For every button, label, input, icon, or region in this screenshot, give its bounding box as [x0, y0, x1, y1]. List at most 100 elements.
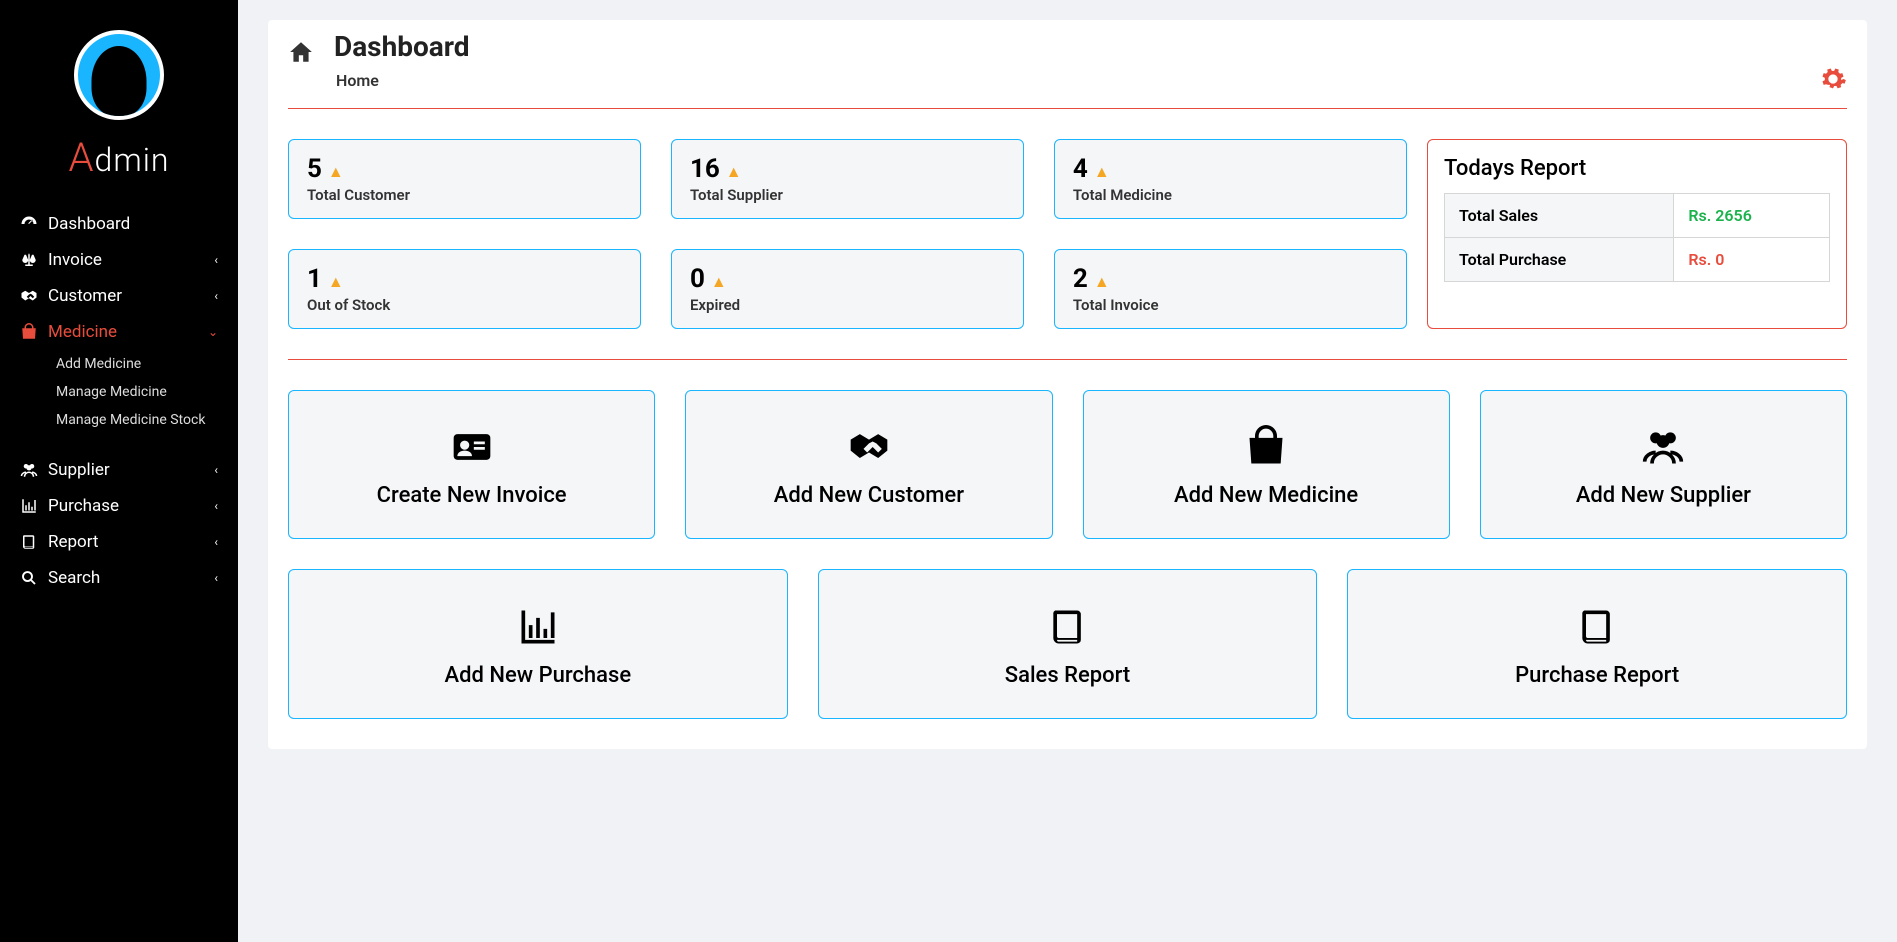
user-label-first: A [69, 134, 95, 181]
report-table: Total SalesRs. 2656Total PurchaseRs. 0 [1444, 193, 1830, 282]
chart-icon [16, 497, 42, 515]
stats-section: 5 ▲ Total Customer 16 ▲ Total Supplier 4▲ To… [288, 139, 1847, 329]
action-card-add-new-supplier[interactable]: Add New Supplier [1480, 390, 1847, 539]
action-label: Create New Invoice [377, 483, 567, 508]
stat-card[interactable]: 0 ▲ Expired [671, 249, 1024, 329]
shopping-bag-icon [1244, 421, 1288, 469]
warning-triangle-icon: ▲ [1094, 162, 1110, 182]
stat-label: Out of Stock [307, 296, 622, 314]
sidebar-item-label: Supplier [48, 460, 110, 480]
sidebar-item-medicine[interactable]: Medicine ⌄ [0, 314, 238, 350]
action-label: Add New Supplier [1576, 483, 1751, 508]
users-icon [16, 461, 42, 479]
stat-card[interactable]: 1 ▲ Out of Stock [288, 249, 641, 329]
action-card-add-new-medicine[interactable]: Add New Medicine [1083, 390, 1450, 539]
sidebar-item-label: Dashboard [48, 214, 130, 234]
actions-grid: Create New Invoice Add New Customer Add … [288, 390, 1847, 719]
avatar [74, 30, 164, 120]
breadcrumb[interactable]: Home [336, 71, 470, 90]
report-row: Total PurchaseRs. 0 [1445, 238, 1830, 282]
stat-label: Total Supplier [690, 186, 1005, 204]
stat-value: 2 [1073, 264, 1088, 294]
sidebar-subitem[interactable]: Manage Medicine Stock [0, 406, 238, 434]
sidebar-item-label: Report [48, 532, 98, 552]
user-label-rest: dmin [95, 141, 170, 179]
main: Dashboard Home 5 ▲ Total Customer 16 ▲ Tota… [238, 0, 1897, 942]
action-card-add-new-customer[interactable]: Add New Customer [685, 390, 1052, 539]
stat-label: Total Medicine [1073, 186, 1388, 204]
book-icon [1575, 600, 1619, 648]
nav: Dashboard Invoice ‹ Customer ‹ Medicine … [0, 206, 238, 596]
chevron-left-icon: ‹ [214, 253, 218, 267]
stat-label: Total Customer [307, 186, 622, 204]
handshake-icon [16, 287, 42, 305]
book-icon [16, 533, 42, 551]
sidebar-item-purchase[interactable]: Purchase ‹ [0, 488, 238, 524]
warning-triangle-icon: ▲ [711, 272, 727, 292]
sidebar: Admin Dashboard Invoice ‹ Customer ‹ Med… [0, 0, 238, 942]
sidebar-item-report[interactable]: Report ‹ [0, 524, 238, 560]
settings-gear-icon[interactable] [1819, 60, 1847, 93]
handshake-icon [847, 421, 891, 469]
page-title: Dashboard [334, 30, 470, 63]
panel: Dashboard Home 5 ▲ Total Customer 16 ▲ Tota… [268, 20, 1867, 749]
stat-value: 0 [690, 264, 705, 294]
stat-card[interactable]: 4▲ Total Medicine [1054, 139, 1407, 219]
action-card-create-new-invoice[interactable]: Create New Invoice [288, 390, 655, 539]
warning-triangle-icon: ▲ [328, 162, 344, 182]
stat-card[interactable]: 5 ▲ Total Customer [288, 139, 641, 219]
dashboard-icon [16, 215, 42, 233]
sidebar-item-label: Purchase [48, 496, 119, 516]
id-card-icon [450, 421, 494, 469]
avatar-container [0, 30, 238, 124]
book-icon [1046, 600, 1090, 648]
chevron-left-icon: ‹ [214, 571, 218, 585]
warning-triangle-icon: ▲ [726, 162, 742, 182]
action-label: Sales Report [1005, 663, 1130, 688]
action-label: Add New Customer [774, 483, 964, 508]
header: Dashboard Home [288, 30, 1847, 108]
report-label: Total Purchase [1445, 238, 1674, 282]
sidebar-item-customer[interactable]: Customer ‹ [0, 278, 238, 314]
chevron-left-icon: ‹ [214, 463, 218, 477]
sidebar-item-search[interactable]: Search ‹ [0, 560, 238, 596]
report-label: Total Sales [1445, 194, 1674, 238]
users-icon [1641, 421, 1685, 469]
divider [288, 359, 1847, 360]
sidebar-item-dashboard[interactable]: Dashboard [0, 206, 238, 242]
stat-card[interactable]: 16 ▲ Total Supplier [671, 139, 1024, 219]
action-label: Add New Purchase [445, 663, 632, 688]
divider [288, 108, 1847, 109]
sidebar-item-label: Customer [48, 286, 122, 306]
report-value: Rs. 2656 [1674, 194, 1830, 238]
action-card-purchase-report[interactable]: Purchase Report [1347, 569, 1847, 718]
sidebar-subitem[interactable]: Manage Medicine [0, 378, 238, 406]
sidebar-item-supplier[interactable]: Supplier ‹ [0, 452, 238, 488]
sidebar-item-label: Medicine [48, 322, 117, 342]
stat-card[interactable]: 2 ▲ Total Invoice [1054, 249, 1407, 329]
chevron-down-icon: ⌄ [208, 325, 218, 339]
chevron-left-icon: ‹ [214, 535, 218, 549]
warning-triangle-icon: ▲ [328, 272, 344, 292]
action-label: Purchase Report [1515, 663, 1679, 688]
stat-value: 1 [307, 264, 322, 294]
action-card-sales-report[interactable]: Sales Report [818, 569, 1318, 718]
bag-icon [16, 323, 42, 341]
sidebar-item-label: Search [48, 568, 100, 588]
warning-triangle-icon: ▲ [1094, 272, 1110, 292]
sidebar-item-invoice[interactable]: Invoice ‹ [0, 242, 238, 278]
report-row: Total SalesRs. 2656 [1445, 194, 1830, 238]
stats-grid: 5 ▲ Total Customer 16 ▲ Total Supplier 4▲ To… [288, 139, 1407, 329]
chevron-left-icon: ‹ [214, 289, 218, 303]
chevron-left-icon: ‹ [214, 499, 218, 513]
stat-label: Expired [690, 296, 1005, 314]
action-label: Add New Medicine [1174, 483, 1358, 508]
stat-value: 16 [690, 154, 720, 184]
stat-value: 5 [307, 154, 322, 184]
report-title: Todays Report [1444, 156, 1830, 181]
search-icon [16, 569, 42, 587]
action-card-add-new-purchase[interactable]: Add New Purchase [288, 569, 788, 718]
scale-icon [16, 251, 42, 269]
stat-label: Total Invoice [1073, 296, 1388, 314]
sidebar-subitem[interactable]: Add Medicine [0, 350, 238, 378]
